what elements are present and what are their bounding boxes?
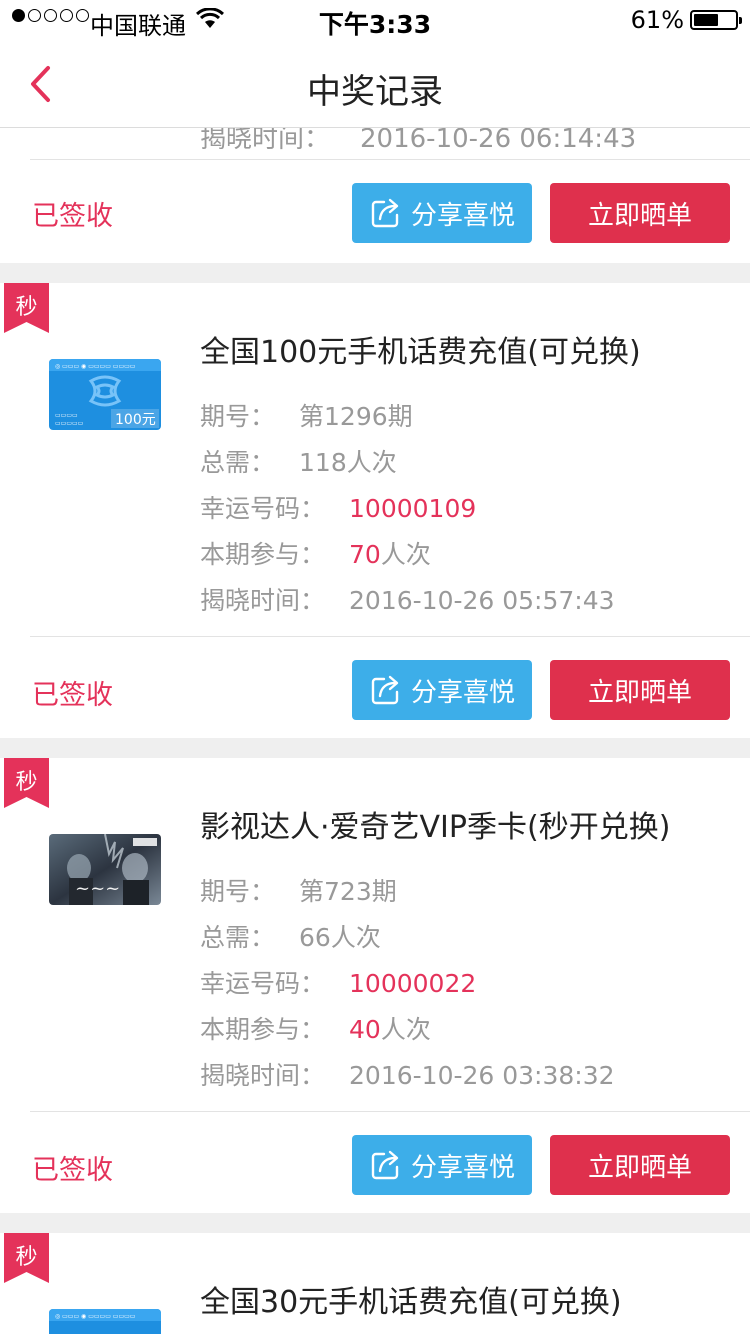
page-title: 中奖记录 <box>307 72 443 112</box>
svg-text:~~~: ~~~ <box>75 878 120 899</box>
share-button-label: 分享喜悦 <box>410 676 515 707</box>
period-value: 第1296期 <box>299 402 413 431</box>
record-card-partial-bottom[interactable]: 秒 ◎ ▭▭▭ ◉ ▭▭▭▭ ▭▭▭▭ 全国30元手机话费充值(可兑换) <box>0 1233 750 1334</box>
show-order-button[interactable]: 立即晒单 <box>550 660 730 720</box>
svg-text:▭▭▭▭: ▭▭▭▭ <box>55 412 78 419</box>
period-row: 期号： 第1296期 <box>200 397 615 443</box>
divider <box>30 159 750 160</box>
lucky-number-row: 幸运号码： 10000109 <box>200 489 615 535</box>
divider <box>30 636 750 637</box>
reveal-time-label: 揭晓时间： <box>200 1061 326 1090</box>
product-title[interactable]: 全国30元手机话费充值(可兑换) <box>200 1277 622 1321</box>
join-count-label: 本期参与： <box>200 1015 326 1044</box>
flash-badge: 秒 <box>4 1233 49 1283</box>
svg-text:◎ ▭▭▭ ◉ ▭▭▭▭ ▭▭▭▭: ◎ ▭▭▭ ◉ ▭▭▭▭ ▭▭▭▭ <box>55 1313 135 1320</box>
join-count-row: 本期参与： 40人次 <box>200 1010 615 1056</box>
record-list: 揭晓时间： 2016-10-26 06:14:43 已签收 分享喜悦 立即晒单 秒 <box>0 124 750 1334</box>
period-label: 期号： <box>200 402 276 431</box>
period-row: 期号： 第723期 <box>200 872 615 918</box>
share-icon <box>371 675 399 705</box>
product-thumbnail-phone-card: ◎ ▭▭▭ ◉ ▭▭▭▭ ▭▭▭▭ ▭▭▭▭ ▭▭▭▭▭ 100元 <box>49 359 161 430</box>
join-count-unit: 人次 <box>380 540 431 569</box>
join-count-value: 70人次 <box>349 535 431 571</box>
status-label: 已签收 <box>32 1155 113 1186</box>
navigation-bar: 中奖记录 <box>0 40 750 128</box>
need-row: 总需： 66人次 <box>200 918 615 964</box>
lucky-number-row: 幸运号码： 10000022 <box>200 964 615 1010</box>
card-value-text: 100元 <box>115 412 156 428</box>
share-button[interactable]: 分享喜悦 <box>352 660 532 720</box>
record-card-partial-top: 揭晓时间： 2016-10-26 06:14:43 已签收 分享喜悦 立即晒单 <box>0 124 750 263</box>
battery-icon <box>690 10 742 30</box>
svg-text:▭▭▭▭▭: ▭▭▭▭▭ <box>55 420 83 427</box>
record-details: 期号： 第1296期 总需： 118人次 幸运号码： 10000109 本期参与： 70… <box>200 397 615 627</box>
need-row: 总需： 118人次 <box>200 443 615 489</box>
battery-percentage: 61% <box>630 6 684 34</box>
status-bar: 中国联通 下午3:33 61% <box>0 0 750 40</box>
status-label: 已签收 <box>32 201 113 232</box>
status-label: 已签收 <box>32 680 113 711</box>
show-order-button[interactable]: 立即晒单 <box>550 1135 730 1195</box>
share-button-label: 分享喜悦 <box>410 1151 515 1182</box>
lucky-number-label: 幸运号码： <box>200 969 326 998</box>
lucky-number-value: 10000109 <box>349 494 477 523</box>
share-button[interactable]: 分享喜悦 <box>352 183 532 243</box>
share-icon <box>371 1150 399 1180</box>
share-icon <box>371 198 399 228</box>
need-label: 总需： <box>200 448 276 477</box>
join-count-label: 本期参与： <box>200 540 326 569</box>
record-card[interactable]: 秒 ~~~ 影视达人·爱奇艺VIP季卡(秒开兑换) 期号： 第723期 总需： … <box>0 758 750 1213</box>
product-thumbnail-movie-poster: ~~~ <box>49 834 161 905</box>
reveal-time-row: 揭晓时间： 2016-10-26 05:57:43 <box>200 581 615 627</box>
need-label: 总需： <box>200 923 276 952</box>
reveal-time-label: 揭晓时间： <box>200 586 326 615</box>
product-thumbnail-phone-card: ◎ ▭▭▭ ◉ ▭▭▭▭ ▭▭▭▭ <box>49 1309 161 1334</box>
join-count-unit: 人次 <box>380 1015 431 1044</box>
product-title[interactable]: 影视达人·爱奇艺VIP季卡(秒开兑换) <box>200 802 670 846</box>
need-value: 66人次 <box>299 923 381 952</box>
battery-level <box>694 14 719 26</box>
flash-badge: 秒 <box>4 283 49 333</box>
show-order-button[interactable]: 立即晒单 <box>550 183 730 243</box>
reveal-time-value: 2016-10-26 05:57:43 <box>349 586 615 615</box>
record-details: 期号： 第723期 总需： 66人次 幸运号码： 10000022 本期参与： 40人次… <box>200 872 615 1102</box>
show-order-button-label: 立即晒单 <box>587 676 692 707</box>
reveal-time-label: 揭晓时间： <box>200 124 331 154</box>
flash-badge: 秒 <box>4 758 49 808</box>
divider <box>30 1111 750 1112</box>
need-value: 118人次 <box>299 448 397 477</box>
show-order-button-label: 立即晒单 <box>587 1151 692 1182</box>
svg-text:◎ ▭▭▭ ◉ ▭▭▭▭ ▭▭▭▭: ◎ ▭▭▭ ◉ ▭▭▭▭ ▭▭▭▭ <box>55 363 135 370</box>
period-value: 第723期 <box>299 877 397 906</box>
lucky-number-value: 10000022 <box>349 969 477 998</box>
join-count-value: 40人次 <box>349 1010 431 1046</box>
lucky-number-label: 幸运号码： <box>200 494 326 523</box>
record-card[interactable]: 秒 ◎ ▭▭▭ ◉ ▭▭▭▭ ▭▭▭▭ ▭▭▭▭ ▭▭▭▭▭ 100元 全国10 <box>0 283 750 738</box>
join-count-row: 本期参与： 70人次 <box>200 535 615 581</box>
reveal-time-row: 揭晓时间： 2016-10-26 03:38:32 <box>200 1056 615 1102</box>
join-count-number: 40 <box>349 1015 381 1044</box>
screen: 中国联通 下午3:33 61% 中奖记录 揭晓时间： 2016-10-26 06:… <box>0 0 750 1334</box>
share-button[interactable]: 分享喜悦 <box>352 1135 532 1195</box>
product-title[interactable]: 全国100元手机话费充值(可兑换) <box>200 327 641 371</box>
reveal-time-value: 2016-10-26 06:14:43 <box>360 124 637 154</box>
period-label: 期号： <box>200 877 276 906</box>
show-order-button-label: 立即晒单 <box>587 199 692 230</box>
reveal-time-value: 2016-10-26 03:38:32 <box>349 1061 615 1090</box>
share-button-label: 分享喜悦 <box>410 199 515 230</box>
join-count-number: 70 <box>349 540 381 569</box>
